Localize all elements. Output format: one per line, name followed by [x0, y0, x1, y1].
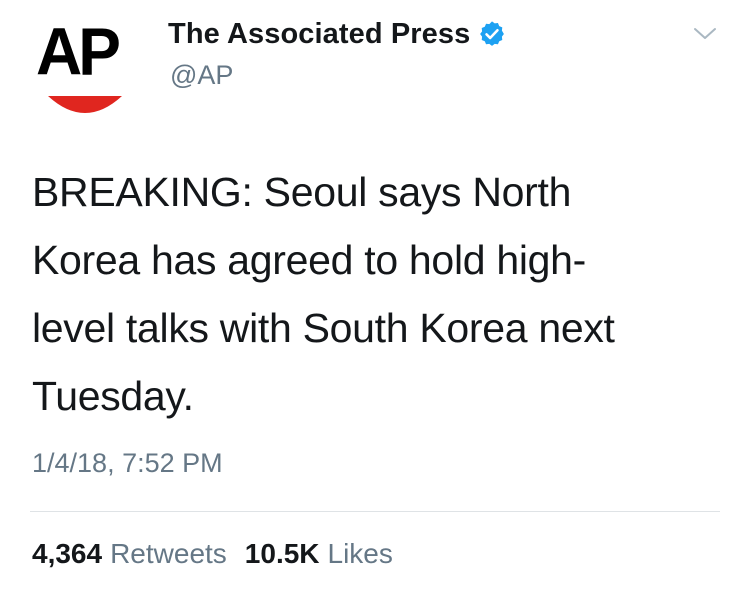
- tweet-text-line: Tuesday.: [32, 373, 194, 419]
- display-name-row[interactable]: The Associated Press: [168, 14, 506, 54]
- ap-logo-arc: [48, 96, 122, 113]
- ap-logo-text: AP: [36, 13, 121, 90]
- divider: [30, 511, 720, 512]
- tweet-stats: 4,364 Retweets 10.5K Likes: [32, 538, 393, 570]
- chevron-down-icon[interactable]: [691, 24, 719, 44]
- verified-badge-icon: [480, 21, 505, 46]
- retweets-label[interactable]: Retweets: [110, 538, 227, 570]
- tweet-card: AP The Associated Press @AP BREAKING: Se…: [0, 0, 750, 589]
- likes-count[interactable]: 10.5K: [245, 538, 320, 570]
- likes-label[interactable]: Likes: [328, 538, 393, 570]
- tweet-timestamp[interactable]: 1/4/18, 7:52 PM: [32, 448, 223, 479]
- tweet-text: BREAKING: Seoul says North Korea has agr…: [32, 158, 722, 430]
- user-handle[interactable]: @AP: [170, 60, 233, 91]
- tweet-text-line: level talks with South Korea next: [32, 305, 615, 351]
- display-name[interactable]: The Associated Press: [168, 18, 470, 51]
- tweet-text-line: Korea has agreed to hold high-: [32, 237, 587, 283]
- avatar[interactable]: AP: [30, 14, 150, 118]
- tweet-text-line: BREAKING: Seoul says North: [32, 169, 572, 215]
- retweets-count[interactable]: 4,364: [32, 538, 102, 570]
